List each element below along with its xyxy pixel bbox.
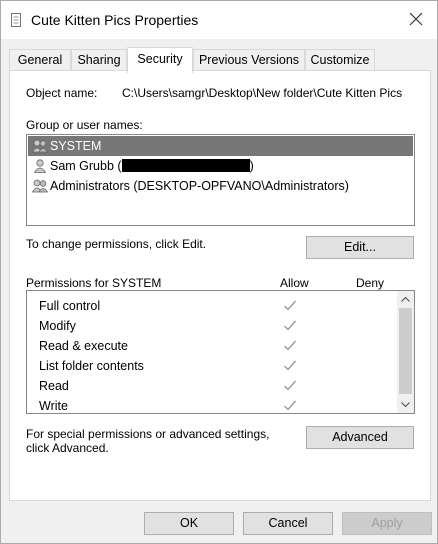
user-name-prefix: Sam Grubb ( [50, 159, 122, 173]
object-name-value: C:\Users\samgr\Desktop\New folder\Cute K… [122, 86, 403, 100]
permission-row: Read & execute [27, 336, 397, 356]
allow-check-icon[interactable] [283, 379, 297, 392]
vertical-scrollbar[interactable] [397, 291, 414, 413]
edit-button[interactable]: Edit... [306, 236, 414, 259]
user-name: SYSTEM [50, 139, 102, 153]
permission-row: List folder contents [27, 356, 397, 376]
allow-header: Allow [280, 276, 309, 290]
permission-name: Full control [39, 299, 101, 313]
permissions-header: Permissions for SYSTEM [26, 276, 162, 290]
tab-security[interactable]: Security [127, 47, 193, 73]
tab-sharing[interactable]: Sharing [71, 49, 127, 71]
window-title: Cute Kitten Pics Properties [31, 12, 199, 28]
properties-window: Cute Kitten Pics Properties General Shar… [0, 0, 438, 544]
user-group-icon [32, 139, 48, 153]
ok-button[interactable]: OK [144, 512, 234, 535]
redaction-bar [121, 159, 250, 172]
object-name-label: Object name: [26, 86, 98, 100]
scroll-thumb[interactable] [399, 308, 412, 394]
user-row-sam-grubb[interactable]: Sam Grubb () [28, 156, 413, 176]
user-name-suffix: ) [249, 159, 254, 173]
permissions-list[interactable]: Full control Modify Read & execute List fol… [26, 290, 415, 414]
title-bar[interactable]: Cute Kitten Pics Properties [1, 1, 437, 39]
user-row-administrators[interactable]: Administrators (DESKTOP-OPFVANO\Administ… [28, 176, 413, 196]
allow-check-icon[interactable] [283, 399, 297, 412]
special-permissions-text-line2: click Advanced. [26, 441, 109, 455]
permission-name: Read [39, 379, 69, 393]
permission-row: Write [27, 396, 397, 413]
tab-previous-versions[interactable]: Previous Versions [193, 49, 305, 71]
permission-row: Full control [27, 296, 397, 316]
cancel-button[interactable]: Cancel [243, 512, 333, 535]
user-group-icon [32, 179, 48, 193]
user-listbox[interactable]: SYSTEM Sam Grubb () Administrators (DESK… [26, 134, 415, 226]
scroll-down-icon[interactable] [397, 396, 414, 413]
permission-name: Modify [39, 319, 76, 333]
user-name: Administrators (DESKTOP-OPFVANO\Administ… [50, 179, 349, 193]
apply-button[interactable]: Apply [342, 512, 432, 535]
security-panel: Object name: C:\Users\samgr\Desktop\New … [9, 70, 431, 501]
group-label: Group or user names: [26, 118, 143, 132]
permission-row: Modify [27, 316, 397, 336]
deny-header: Deny [356, 276, 385, 290]
tab-customize[interactable]: Customize [305, 49, 375, 71]
permission-name: Read & execute [39, 339, 128, 353]
advanced-button[interactable]: Advanced [306, 426, 414, 449]
user-name: Sam Grubb () [50, 159, 254, 173]
user-row-system[interactable]: SYSTEM [28, 136, 413, 156]
permission-name: Write [39, 399, 68, 413]
user-icon [33, 159, 47, 173]
allow-check-icon[interactable] [283, 319, 297, 332]
allow-check-icon[interactable] [283, 359, 297, 372]
permission-name: List folder contents [39, 359, 144, 373]
permission-row: Read [27, 376, 397, 396]
change-permissions-text: To change permissions, click Edit. [26, 237, 207, 251]
tab-strip: General Sharing Security Previous Versio… [9, 47, 433, 73]
tab-general[interactable]: General [9, 49, 71, 71]
scroll-up-icon[interactable] [397, 291, 414, 308]
close-icon[interactable] [407, 10, 425, 28]
allow-check-icon[interactable] [283, 339, 297, 352]
allow-check-icon[interactable] [283, 299, 297, 312]
document-icon [11, 13, 21, 27]
special-permissions-text-line1: For special permissions or advanced sett… [26, 427, 270, 441]
